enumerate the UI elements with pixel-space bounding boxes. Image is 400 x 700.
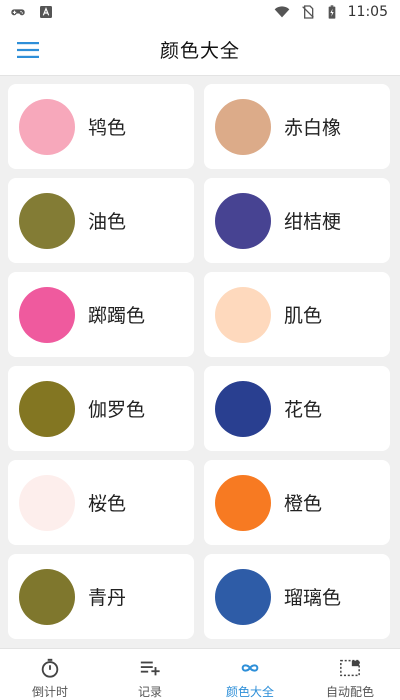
color-card[interactable]: 踯躅色 [8,272,194,357]
color-swatch [215,98,271,155]
color-name: 赤白橡 [284,117,342,139]
color-swatch [19,286,75,343]
no-sim-icon [301,5,314,19]
color-swatch [19,380,75,437]
tab-label: 倒计时 [31,685,68,699]
font-a-icon [40,6,52,18]
tab-label: 自动配色 [325,685,374,699]
color-swatch [215,474,271,531]
wifi-icon [274,6,289,18]
color-swatch [215,568,271,625]
color-grid: 鸨色 赤白橡 油色 绀桔梗 踯躅色 肌色 伽罗色 花色 桜色 橙色 青丹 瑠璃色 [8,84,392,639]
color-card[interactable]: 桜色 [8,460,194,545]
color-card[interactable]: 赤白橡 [204,84,390,169]
stopwatch-icon [41,658,59,678]
tab-countdown[interactable]: 倒计时 [0,649,100,700]
status-right: 11:05 [272,4,388,20]
tab-color-list[interactable]: 颜色大全 [200,649,300,700]
tab-auto-color[interactable]: 自动配色 [300,649,400,700]
color-name: 油色 [88,211,127,233]
color-name: 橙色 [284,493,323,515]
hamburger-menu-icon [17,42,39,58]
color-card[interactable]: 油色 [8,178,194,263]
color-name: 肌色 [284,305,323,327]
color-name: 桜色 [88,493,127,515]
status-time: 11:05 [347,4,388,20]
app-bar: 颜色大全 [0,24,400,76]
color-name: 花色 [284,399,323,421]
status-bar: 11:05 [0,0,400,24]
page-title: 颜色大全 [159,40,240,62]
tab-label: 记录 [137,685,162,699]
color-swatch [19,568,75,625]
color-name: 青丹 [88,587,127,609]
gamepad-icon [11,9,25,16]
color-name: 踯躅色 [88,305,146,327]
color-name: 瑠璃色 [284,587,342,609]
color-card[interactable]: 伽罗色 [8,366,194,451]
color-swatch [215,380,271,437]
color-card[interactable]: 花色 [204,366,390,451]
menu-button[interactable] [14,36,42,64]
color-swatch [215,192,271,249]
color-card[interactable]: 橙色 [204,460,390,545]
color-card[interactable]: 瑠璃色 [204,554,390,639]
status-left [10,4,54,20]
color-swatch [19,192,75,249]
color-name: 绀桔梗 [284,211,342,233]
color-card[interactable]: 青丹 [8,554,194,639]
color-name: 鸨色 [88,117,127,139]
color-card[interactable]: 鸨色 [8,84,194,169]
tab-records[interactable]: 记录 [100,649,200,700]
color-card[interactable]: 绀桔梗 [204,178,390,263]
selection-icon [340,659,360,677]
playlist-add-icon [140,661,160,676]
color-card[interactable]: 肌色 [204,272,390,357]
color-swatch [19,474,75,531]
color-swatch [215,286,271,343]
color-name: 伽罗色 [88,399,146,421]
battery-charging-icon [328,5,335,19]
bottom-tab-bar: 倒计时 记录 颜色大全 自动配色 [0,648,400,700]
infinity-icon [241,664,259,672]
tab-label: 颜色大全 [225,685,274,699]
color-swatch [19,98,75,155]
